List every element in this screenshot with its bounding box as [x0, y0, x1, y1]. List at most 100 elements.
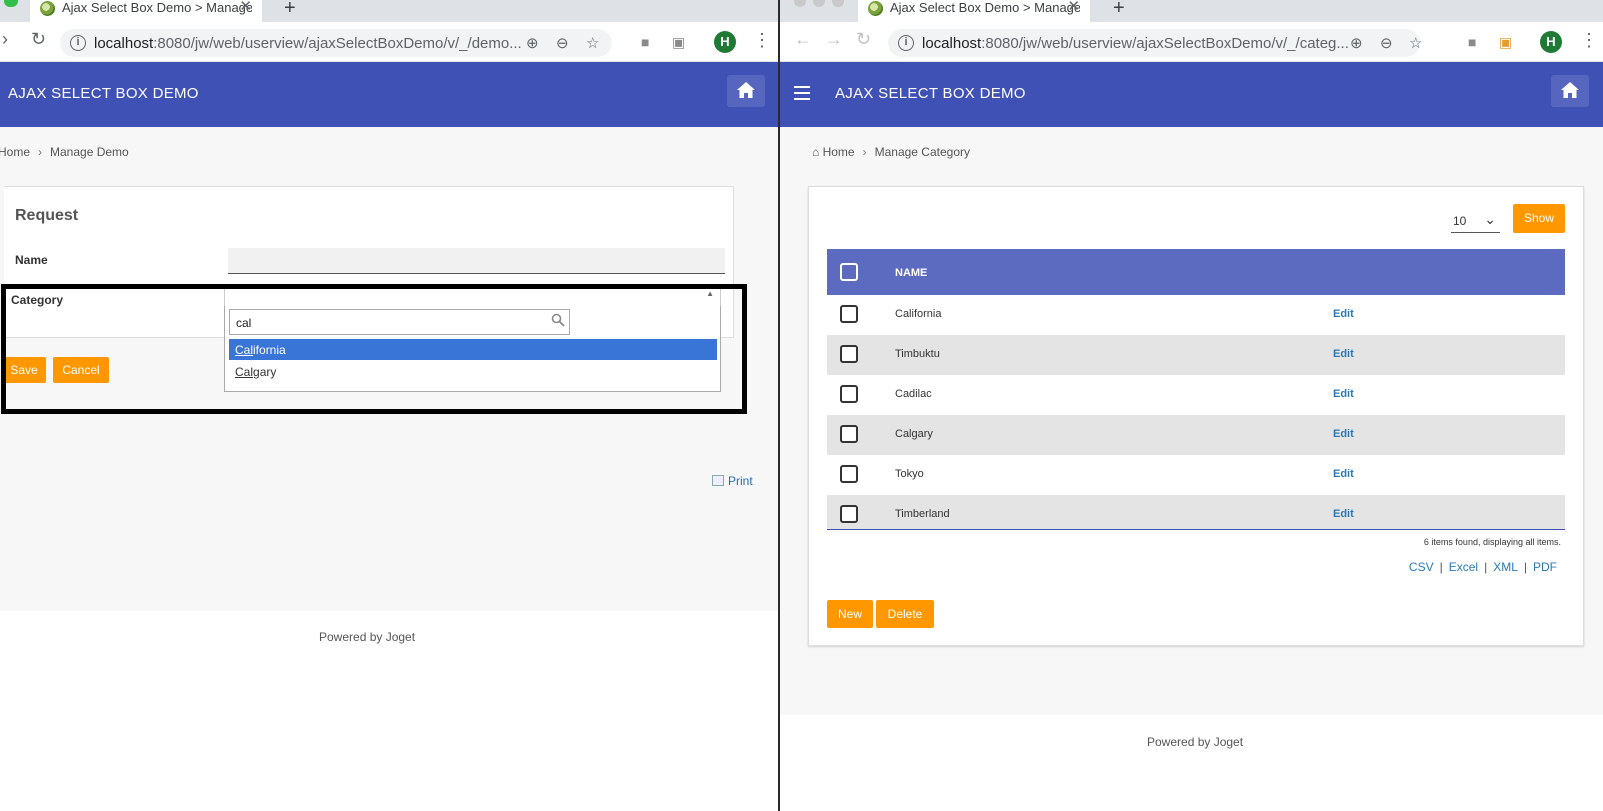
page-size-select[interactable]: 10 ⌄ — [1451, 209, 1500, 233]
url-text: localhost:8080/jw/web/userview/ajaxSelec… — [94, 35, 522, 52]
edit-link[interactable]: Edit — [1333, 508, 1354, 520]
forward-arrow-icon[interactable]: → — [825, 29, 843, 50]
window-control[interactable] — [832, 0, 844, 7]
app-header: AJAX SELECT BOX DEMO — [0, 62, 778, 127]
edit-link[interactable]: Edit — [1333, 428, 1354, 440]
name-label: Name — [15, 253, 48, 267]
row-checkbox[interactable] — [840, 305, 858, 323]
select-all-checkbox[interactable] — [840, 263, 858, 281]
print-icon — [712, 475, 724, 486]
browser-toolbar: › ↻ i localhost:8080/jw/web/userview/aja… — [0, 22, 778, 62]
show-button[interactable]: Show — [1513, 204, 1565, 233]
window-control[interactable] — [4, 0, 18, 7]
zoom-icon[interactable]: ⊖ — [556, 34, 569, 52]
name-field[interactable] — [228, 248, 725, 274]
info-icon[interactable]: i — [898, 35, 914, 51]
add-icon[interactable]: ⊕ — [1350, 34, 1363, 52]
table-row: Timberland Edit — [827, 495, 1565, 529]
browser-tab[interactable]: Ajax Select Box Demo > Manage Demo ✕ — [30, 0, 262, 22]
avatar[interactable]: H — [1540, 31, 1562, 53]
info-icon[interactable]: i — [70, 35, 86, 51]
zoom-icon[interactable]: ⊖ — [1380, 34, 1393, 52]
option-calgary[interactable]: Calgary — [229, 361, 717, 382]
row-name: Tokyo — [895, 468, 924, 480]
search-icon — [551, 313, 565, 327]
forward-arrow-icon[interactable]: › — [2, 29, 8, 50]
row-name: Timberland — [895, 508, 950, 520]
hamburger-menu-icon[interactable] — [794, 86, 810, 100]
page-size-value: 10 — [1453, 214, 1467, 228]
camera-icon[interactable]: ■ — [1468, 34, 1476, 50]
app-title[interactable]: AJAX SELECT BOX DEMO — [835, 85, 1026, 102]
column-header-name[interactable]: NAME — [895, 267, 927, 279]
row-checkbox[interactable] — [840, 425, 858, 443]
app-header: AJAX SELECT BOX DEMO — [780, 62, 1603, 127]
add-icon[interactable]: ⊕ — [526, 34, 539, 52]
camera-icon[interactable]: ■ — [641, 34, 649, 50]
breadcrumb-home[interactable]: Home — [823, 145, 855, 159]
avatar[interactable]: H — [714, 31, 736, 53]
star-icon[interactable]: ☆ — [586, 34, 599, 52]
cancel-button[interactable]: Cancel — [53, 357, 109, 383]
breadcrumb: ⌂ Home › Manage Category — [812, 145, 970, 159]
export-excel-link[interactable]: Excel — [1449, 560, 1478, 574]
app-title[interactable]: AJAX SELECT BOX DEMO — [8, 85, 199, 102]
extension-icon[interactable]: ▣ — [672, 34, 685, 51]
close-icon[interactable]: ✕ — [1067, 0, 1080, 15]
edit-link[interactable]: Edit — [1333, 388, 1354, 400]
browser-tab[interactable]: Ajax Select Box Demo > Manage Category ✕ — [858, 0, 1090, 22]
table-divider — [827, 529, 1565, 530]
row-checkbox[interactable] — [840, 505, 858, 523]
row-checkbox[interactable] — [840, 465, 858, 483]
address-bar[interactable]: i localhost:8080/jw/web/userview/ajaxSel… — [888, 29, 1422, 57]
edit-link[interactable]: Edit — [1333, 468, 1354, 480]
breadcrumb-separator: › — [862, 145, 867, 159]
edit-link[interactable]: Edit — [1333, 308, 1354, 320]
category-select[interactable]: ▲ — [224, 284, 721, 306]
breadcrumb-current: Manage Category — [874, 145, 970, 159]
address-bar[interactable]: i localhost:8080/jw/web/userview/ajaxSel… — [60, 29, 612, 57]
save-button[interactable]: Save — [2, 357, 46, 383]
close-icon[interactable]: ✕ — [239, 0, 252, 15]
tab-strip: Ajax Select Box Demo > Manage Demo ✕ + — [0, 0, 778, 22]
menu-kebab-icon[interactable]: ⋮ — [1580, 31, 1598, 49]
window-control[interactable] — [794, 0, 806, 7]
home-icon — [737, 82, 755, 98]
menu-kebab-icon[interactable]: ⋮ — [753, 31, 771, 49]
new-button[interactable]: New — [827, 600, 873, 628]
back-arrow-icon[interactable]: ← — [794, 29, 812, 50]
url-text: localhost:8080/jw/web/userview/ajaxSelec… — [922, 35, 1349, 52]
reload-icon[interactable]: ↻ — [856, 29, 871, 50]
extension-icon[interactable]: ▣ — [1499, 34, 1512, 51]
joget-favicon-icon — [868, 1, 883, 16]
table-row: California Edit — [827, 295, 1565, 335]
option-california[interactable]: California — [229, 339, 717, 360]
star-icon[interactable]: ☆ — [1409, 34, 1422, 52]
edit-link[interactable]: Edit — [1333, 348, 1354, 360]
items-summary: 6 items found, displaying all items. — [1423, 537, 1561, 547]
home-button[interactable] — [727, 75, 765, 107]
breadcrumb-home[interactable]: Home — [0, 145, 30, 159]
home-icon: ⌂ — [812, 145, 823, 159]
delete-button[interactable]: Delete — [876, 600, 934, 628]
print-link[interactable]: Print — [712, 474, 753, 488]
browser-toolbar: ← → ↻ i localhost:8080/jw/web/userview/a… — [780, 22, 1603, 62]
category-dropdown: cal California Calgary — [224, 306, 721, 392]
powered-by: Powered by Joget — [319, 630, 416, 644]
row-checkbox[interactable] — [840, 385, 858, 403]
table-header: NAME — [827, 249, 1565, 295]
reload-icon[interactable]: ↻ — [31, 29, 46, 50]
row-name: Timbuktu — [895, 348, 940, 360]
row-checkbox[interactable] — [840, 345, 858, 363]
search-input[interactable]: cal — [229, 309, 570, 335]
export-pdf-link[interactable]: PDF — [1533, 560, 1557, 574]
window-control[interactable] — [813, 0, 825, 7]
export-csv-link[interactable]: CSV — [1409, 560, 1434, 574]
new-tab-icon[interactable]: + — [1113, 0, 1125, 20]
main-content: Home › Manage Demo Request Name Category ▲… — [0, 127, 778, 611]
home-button[interactable] — [1551, 75, 1589, 107]
export-xml-link[interactable]: XML — [1493, 560, 1518, 574]
tab-title: Ajax Select Box Demo > Manage Category — [890, 0, 1080, 15]
breadcrumb-separator: › — [38, 145, 43, 159]
new-tab-icon[interactable]: + — [284, 0, 296, 20]
